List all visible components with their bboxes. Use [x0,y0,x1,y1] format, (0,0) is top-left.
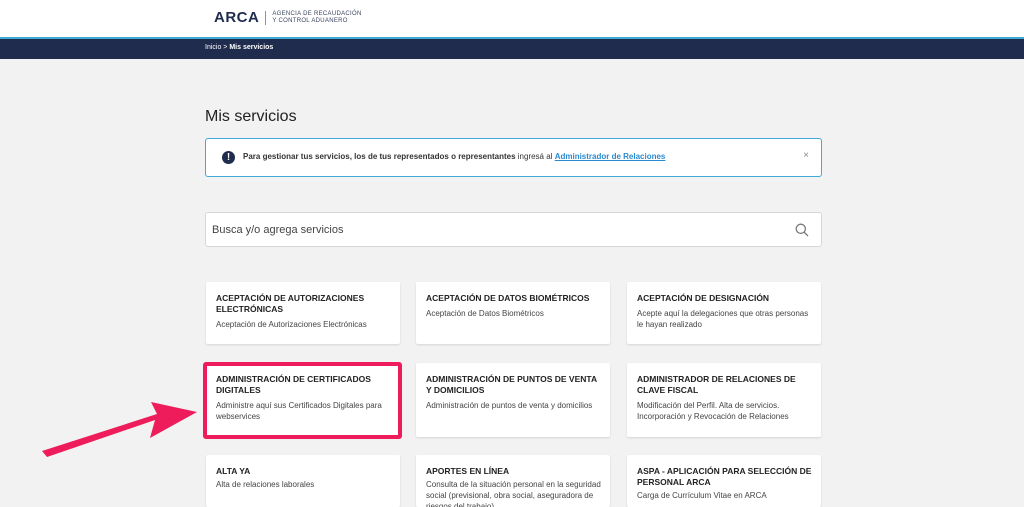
alert-normal-text: ingresá al [515,152,555,161]
service-card[interactable]: ADMINISTRADOR DE RELACIONES DE CLAVE FIS… [627,363,821,437]
service-description: Aceptación de Datos Biométricos [426,309,544,318]
breadcrumb-bar: Inicio > Mis servicios [0,39,1024,59]
service-description: Alta de relaciones laborales [216,480,315,489]
service-card[interactable]: ALTA YA Alta de relaciones laborales [206,455,400,507]
arca-logo[interactable]: ARCA AGENCIA DE RECAUDACIÓN Y CONTROL AD… [214,9,362,26]
alert-message: Para gestionar tus servicios, los de tus… [243,152,665,161]
service-title: ACEPTACIÓN DE DATOS BIOMÉTRICOS [426,293,590,303]
service-title: ALTA YA [216,466,251,476]
service-title: APORTES EN LÍNEA [426,466,510,476]
service-description: Aceptación de Autorizaciones Electrónica… [216,320,367,329]
search-input[interactable] [206,213,786,246]
service-description: Acepte aquí la delegaciones que otras pe… [637,309,809,329]
info-alert: ! Para gestionar tus servicios, los de t… [205,138,822,177]
logo-divider [265,10,267,25]
highlight-box [203,362,402,439]
service-description: Consulta de la situación personal en la … [426,480,601,507]
service-title: ACEPTACIÓN DE AUTORIZACIONES ELECTRÓNICA… [216,293,365,314]
logo-subtitle: AGENCIA DE RECAUDACIÓN Y CONTROL ADUANER… [272,10,362,24]
administrador-relaciones-link[interactable]: Administrador de Relaciones [555,152,666,161]
service-card[interactable]: ASPA - APLICACIÓN PARA SELECCIÓN DE PERS… [627,455,821,507]
service-title: ASPA - APLICACIÓN PARA SELECCIÓN DE PERS… [637,466,812,487]
service-title: ADMINISTRACIÓN DE PUNTOS DE VENTA Y DOMI… [426,374,597,395]
service-description: Carga de Currículum Vitae en ARCA [637,491,767,500]
service-card[interactable]: ACEPTACIÓN DE AUTORIZACIONES ELECTRÓNICA… [206,282,400,344]
page-title: Mis servicios [205,108,297,125]
logo-text: ARCA [214,9,260,26]
breadcrumb: Inicio > Mis servicios [205,44,273,51]
service-description: Modificación del Perfil. Alta de servici… [637,401,789,421]
service-card[interactable]: ACEPTACIÓN DE DESIGNACIÓN Acepte aquí la… [627,282,821,344]
service-card[interactable]: ADMINISTRACIÓN DE PUNTOS DE VENTA Y DOMI… [416,363,610,437]
service-description: Administración de puntos de venta y domi… [426,401,593,410]
service-title: ACEPTACIÓN DE DESIGNACIÓN [637,293,770,303]
service-card[interactable]: ACEPTACIÓN DE DATOS BIOMÉTRICOS Aceptaci… [416,282,610,344]
breadcrumb-current: Mis servicios [229,44,274,51]
search-box [205,212,822,247]
breadcrumb-home[interactable]: Inicio [205,44,221,51]
breadcrumb-separator: > [223,44,228,51]
close-icon[interactable]: × [803,150,809,161]
info-icon: ! [222,151,235,164]
search-icon[interactable] [795,223,809,237]
alert-bold-text: Para gestionar tus servicios, los de tus… [243,152,516,161]
service-card[interactable]: APORTES EN LÍNEA Consulta de la situació… [416,455,610,507]
top-header: ARCA AGENCIA DE RECAUDACIÓN Y CONTROL AD… [0,0,1024,37]
service-title: ADMINISTRADOR DE RELACIONES DE CLAVE FIS… [637,374,796,395]
